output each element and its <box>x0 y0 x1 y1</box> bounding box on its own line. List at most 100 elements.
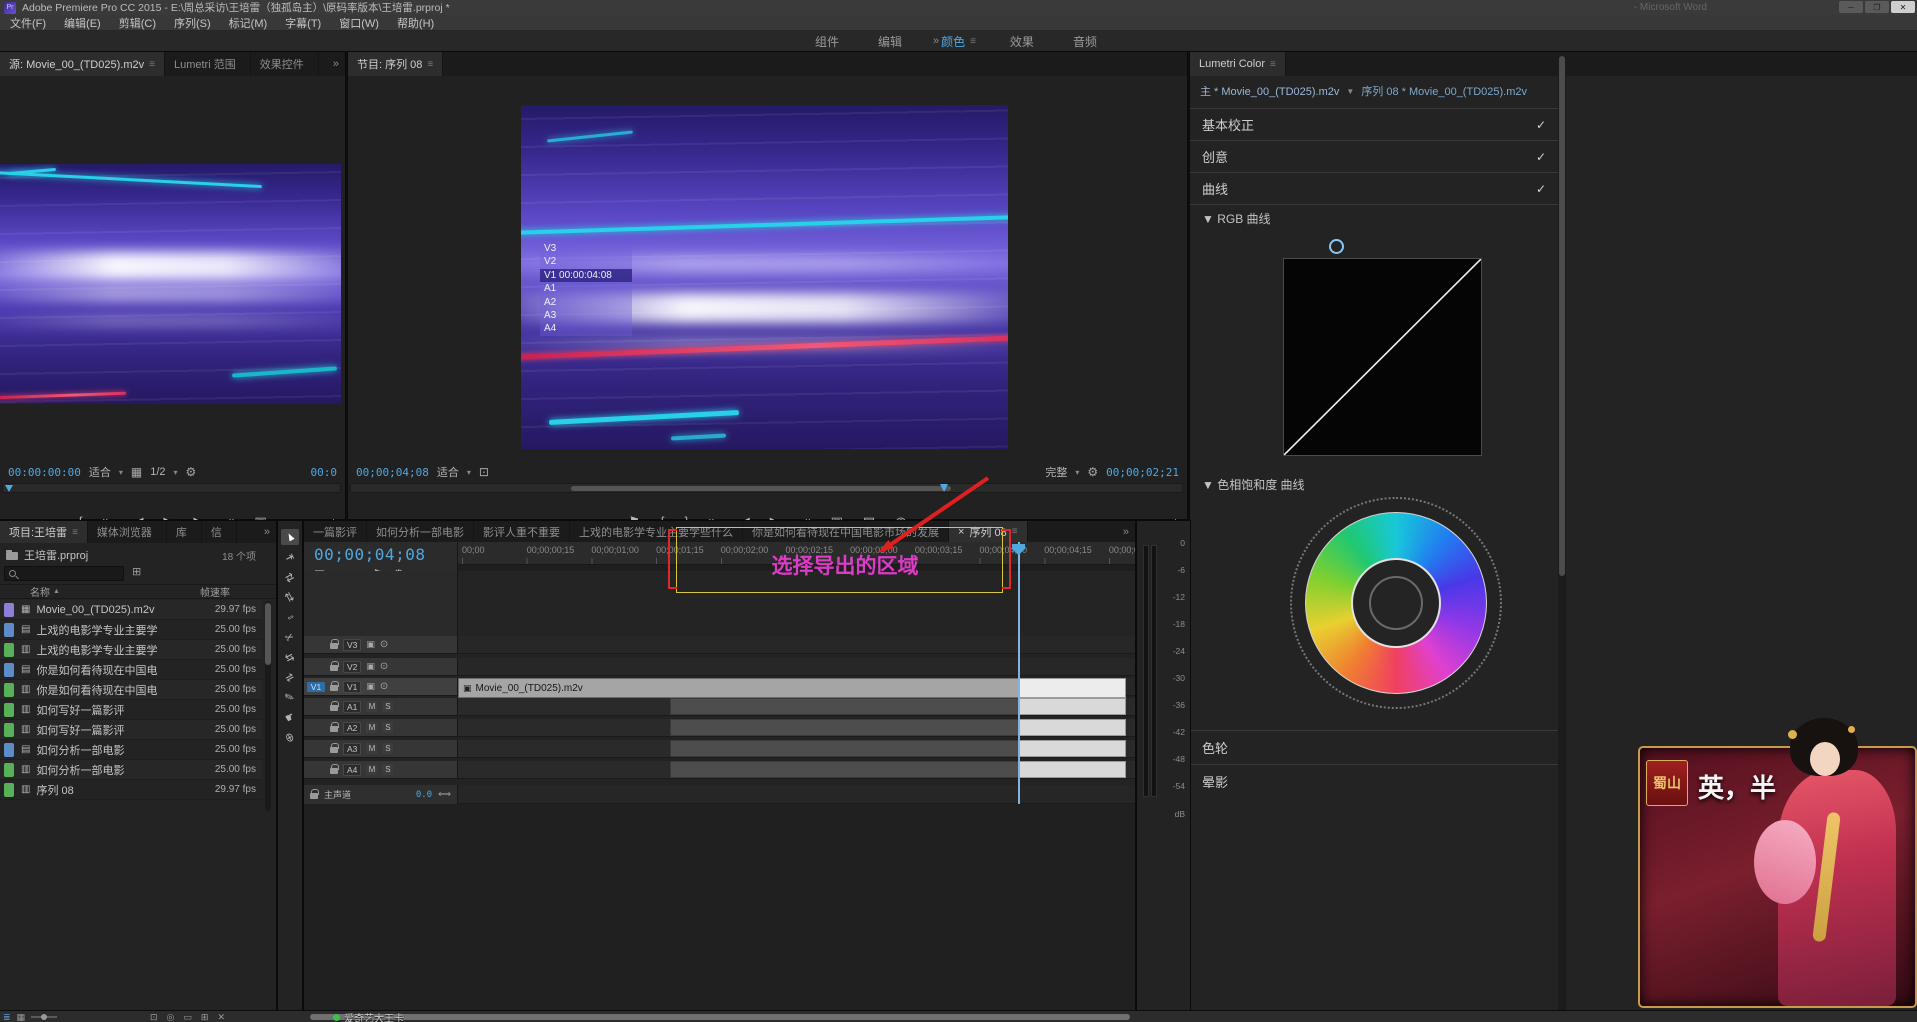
solo-button[interactable]: S <box>382 722 393 733</box>
audio-track-header[interactable]: A4 M S <box>304 761 458 779</box>
lock-icon[interactable] <box>330 726 338 732</box>
project-item-row[interactable]: ▤ 如何分析一部电影 25.00 fps <box>0 740 262 760</box>
lumetri-sequence-clip-label[interactable]: 序列 08 * Movie_00_(TD025).m2v <box>1361 83 1527 99</box>
project-item-row[interactable]: ▥ 如何写好一篇影评 25.00 fps <box>0 720 262 740</box>
audio-track-lane[interactable] <box>458 698 1135 716</box>
tool-button[interactable]: ⇥ <box>281 549 299 565</box>
hue-swatch-dot[interactable] <box>1407 714 1417 724</box>
project-item-row[interactable]: ▤ 你是如何看待现在中国电 25.00 fps <box>0 660 262 680</box>
output-icon[interactable]: ▦ <box>131 466 142 478</box>
workspace-tab[interactable]: 效果 <box>1010 33 1039 50</box>
zoom-slider[interactable] <box>31 1016 57 1018</box>
curve-channel-dot[interactable] <box>1356 241 1367 252</box>
sequence-tab[interactable]: 你是如何看待现在中国电影市场的发展 <box>743 521 949 542</box>
project-footer-icon[interactable]: ⊞ <box>201 1012 209 1022</box>
video-track-lane[interactable] <box>458 658 1135 676</box>
hue-swatch-dot[interactable] <box>1382 714 1392 724</box>
audio-clip-selected[interactable] <box>1019 698 1126 715</box>
tool-button[interactable]: ▲ <box>281 529 299 545</box>
wheel-center-puck[interactable] <box>1369 576 1423 630</box>
game-ad-overlay[interactable]: 蜀山 英，半 <box>1630 716 1917 1010</box>
timeline-horizontal-scrollbar[interactable] <box>310 1014 1130 1020</box>
menu-item[interactable]: 编辑(E) <box>64 15 101 31</box>
video-track-lane[interactable] <box>458 636 1135 654</box>
search-input[interactable] <box>20 568 119 579</box>
lock-icon[interactable] <box>330 768 338 774</box>
video-track-header[interactable]: V2 ▣ ⊙ <box>304 658 458 676</box>
label-color-chip[interactable] <box>4 703 14 717</box>
track-visibility-eye-icon[interactable]: ⊙ <box>380 682 388 692</box>
mute-button[interactable]: M <box>366 701 377 712</box>
mute-button[interactable]: M <box>366 764 377 775</box>
sequence-tab[interactable]: 上戏的电影学专业主要学些什么 <box>570 521 743 542</box>
video-track-header[interactable]: V3 ▣ ⊙ <box>304 636 458 654</box>
project-footer-icon[interactable]: ▭ <box>183 1012 192 1022</box>
project-tab[interactable]: 媒体浏览器 <box>88 521 167 543</box>
audio-track-lane[interactable] <box>458 740 1135 758</box>
audio-track-lane[interactable] <box>458 761 1135 779</box>
chevron-down-icon[interactable]: ▼ <box>1346 87 1354 96</box>
label-color-chip[interactable] <box>4 763 14 777</box>
master-track-header[interactable]: 主声道 0.0 ⟺ <box>304 785 458 804</box>
lumetri-section-header[interactable]: 创意 ✓ <box>1190 140 1558 172</box>
source-tab[interactable]: 源: Movie_00_(TD025).m2v ≡ <box>0 52 165 76</box>
workspace-overflow-icon[interactable]: » <box>933 35 939 47</box>
project-footer-icon[interactable]: ✕ <box>217 1012 225 1022</box>
maximize-button[interactable]: ❐ <box>1865 1 1889 13</box>
solo-button[interactable]: S <box>382 701 393 712</box>
track-visibility-eye-icon[interactable]: ⊙ <box>380 640 388 650</box>
mute-button[interactable]: M <box>366 722 377 733</box>
track-name-badge[interactable]: A4 <box>343 764 361 776</box>
lock-icon[interactable] <box>330 665 338 671</box>
hue-swatch-dot[interactable] <box>1432 714 1442 724</box>
menu-item[interactable]: 帮助(H) <box>397 15 434 31</box>
lock-icon[interactable] <box>330 643 338 649</box>
lock-icon[interactable] <box>310 793 318 799</box>
video-clip-selected[interactable] <box>1019 678 1126 698</box>
panel-menu-icon[interactable]: ≡ <box>1012 526 1018 537</box>
tool-button[interactable]: ✂ <box>281 629 299 645</box>
audio-track-header[interactable]: A1 M S <box>304 698 458 716</box>
source-tab[interactable]: Lumetri 范围 <box>165 52 251 76</box>
audio-clip[interactable] <box>670 698 1019 715</box>
timeline-timecode[interactable]: 00;00;04;08 <box>314 545 425 564</box>
program-scrubber[interactable] <box>350 483 1183 493</box>
audio-clip-selected[interactable] <box>1019 761 1126 778</box>
column-name[interactable]: 名称 <box>0 584 50 599</box>
label-color-chip[interactable] <box>4 683 14 697</box>
project-item-row[interactable]: ▥ 你是如何看待现在中国电 25.00 fps <box>0 680 262 700</box>
panel-overflow-icon[interactable]: » <box>1117 521 1135 542</box>
project-search-box[interactable] <box>4 566 124 581</box>
curve-channel-dot[interactable] <box>1381 241 1392 252</box>
filter-bin-icon[interactable]: ⊞ <box>132 567 141 578</box>
project-tab[interactable]: 库 <box>167 521 202 543</box>
panel-menu-icon[interactable]: ≡ <box>149 59 155 70</box>
audio-track-header[interactable]: A2 M S <box>304 719 458 737</box>
solo-button[interactable]: S <box>382 743 393 754</box>
sync-lock-icon[interactable]: ▣ <box>366 682 375 691</box>
project-tab[interactable]: 项目:王培雷 ≡ <box>0 521 88 543</box>
audio-track-lane[interactable] <box>458 719 1135 737</box>
label-color-chip[interactable] <box>4 663 14 677</box>
video-clip[interactable]: ▣ Movie_00_(TD025).m2v <box>458 678 1019 698</box>
menu-item[interactable]: 剪辑(C) <box>119 15 156 31</box>
project-tab[interactable]: 信 <box>202 521 237 543</box>
panel-menu-icon[interactable]: ≡ <box>72 527 78 538</box>
track-name-badge[interactable]: A1 <box>343 701 361 713</box>
hue-swatch-dot[interactable] <box>1307 714 1317 724</box>
curve-channel-dot[interactable] <box>1331 241 1342 252</box>
lumetri-master-clip-label[interactable]: 主 * Movie_00_(TD025).m2v <box>1200 83 1339 99</box>
program-quality-select[interactable]: 完整 <box>1045 464 1067 480</box>
mute-button[interactable]: M <box>366 743 377 754</box>
sync-lock-icon[interactable]: ▣ <box>366 662 375 671</box>
label-color-chip[interactable] <box>4 623 14 637</box>
section-enabled-check-icon[interactable]: ✓ <box>1536 118 1546 132</box>
audio-clip[interactable] <box>670 719 1019 736</box>
lock-icon[interactable] <box>330 705 338 711</box>
minimize-button[interactable]: ─ <box>1839 1 1863 13</box>
project-footer-icon[interactable]: ◎ <box>167 1012 175 1022</box>
tool-button[interactable]: ☛ <box>281 709 299 725</box>
track-name-badge[interactable]: A2 <box>343 722 361 734</box>
program-zoom-range-bar[interactable] <box>571 486 951 491</box>
hue-swatch-dot[interactable] <box>1332 714 1342 724</box>
